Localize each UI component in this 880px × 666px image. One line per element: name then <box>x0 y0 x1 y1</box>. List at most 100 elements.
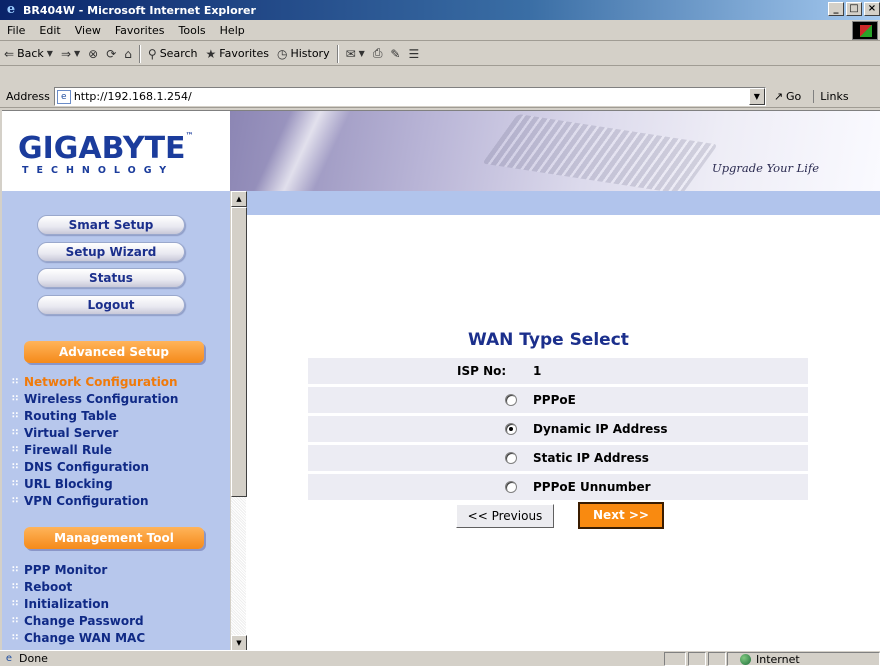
sidebar-item-label: Reboot <box>24 580 73 594</box>
address-label: Address <box>6 90 50 103</box>
sidebar-item-ppp-monitor[interactable]: ∷ PPP Monitor <box>12 563 107 577</box>
sidebar-item-wireless-configuration[interactable]: ∷ Wireless Configuration <box>12 392 178 406</box>
static-ip-radio[interactable] <box>505 452 517 464</box>
discuss-icon: ☰ <box>408 46 420 61</box>
search-button[interactable]: ⚲ Search <box>144 47 202 61</box>
menu-help[interactable]: Help <box>213 24 252 37</box>
toolbar-separator <box>336 44 339 63</box>
mail-button[interactable]: ✉ ▼ <box>342 47 369 61</box>
refresh-button[interactable]: ⟳ <box>102 47 120 61</box>
page-content: GIGABYTE™ TECHNOLOGY Upgrade Your Life S… <box>2 110 880 650</box>
status-button[interactable]: Status <box>37 268 185 288</box>
sidebar-item-network-configuration[interactable]: ∷ Network Configuration <box>12 375 178 389</box>
banner-image: Upgrade Your Life <box>230 111 880 191</box>
logo-text: GIGABYTE <box>18 131 186 166</box>
option-row-dynamic-ip[interactable]: Dynamic IP Address <box>308 416 808 442</box>
page-title: WAN Type Select <box>468 330 629 350</box>
logo-subtitle: TECHNOLOGY <box>22 165 175 176</box>
edit-button[interactable]: ✎ <box>386 47 404 61</box>
favorites-button[interactable]: ★ Favorites <box>202 47 273 61</box>
go-label: Go <box>786 90 802 103</box>
menu-tools[interactable]: Tools <box>172 24 213 37</box>
sidebar-item-firewall-rule[interactable]: ∷ Firewall Rule <box>12 443 112 457</box>
standard-toolbar: ⇐ Back ▼ ⇒ ▼ ⊗ ⟳ ⌂ ⚲ Search ★ Favorites … <box>0 42 880 66</box>
keyboard-graphic <box>482 113 718 191</box>
stop-button[interactable]: ⊗ <box>84 47 102 61</box>
sidebar-item-url-blocking[interactable]: ∷ URL Blocking <box>12 477 113 491</box>
discuss-button[interactable]: ☰ <box>404 47 423 61</box>
management-tool-header: Management Tool <box>24 527 204 549</box>
sidebar-item-dns-configuration[interactable]: ∷ DNS Configuration <box>12 460 149 474</box>
menu-file[interactable]: File <box>0 24 32 37</box>
scroll-up-icon[interactable]: ▲ <box>231 191 247 207</box>
sidebar-item-initialization[interactable]: ∷ Initialization <box>12 597 109 611</box>
go-button[interactable]: ↗ Go <box>774 90 801 103</box>
back-label: Back <box>17 47 44 60</box>
windows-logo-icon <box>852 21 878 40</box>
sidebar-item-reboot[interactable]: ∷ Reboot <box>12 580 72 594</box>
bullet-icon: ∷ <box>12 428 18 438</box>
scroll-down-icon[interactable]: ▼ <box>231 635 247 650</box>
history-button[interactable]: ◷ History <box>273 47 334 61</box>
option-row-pppoe-unnumber[interactable]: PPPoE Unnumber <box>308 474 808 500</box>
home-icon: ⌂ <box>124 46 132 61</box>
scroll-thumb[interactable] <box>231 207 247 497</box>
option-row-pppoe[interactable]: PPPoE <box>308 387 808 413</box>
sidebar-item-vpn-configuration[interactable]: ∷ VPN Configuration <box>12 494 149 508</box>
links-button[interactable]: Links <box>813 90 849 103</box>
address-input[interactable]: e http://192.168.1.254/ ▼ <box>53 87 766 106</box>
header-strip <box>242 191 880 215</box>
favorites-icon: ★ <box>205 46 217 61</box>
bullet-icon: ∷ <box>12 445 18 455</box>
sidebar: Smart Setup Setup Wizard Status Logout A… <box>2 191 230 650</box>
previous-button[interactable]: << Previous <box>456 504 554 528</box>
maximize-button[interactable]: □ <box>846 2 862 16</box>
home-button[interactable]: ⌂ <box>120 47 136 61</box>
bullet-icon: ∷ <box>12 394 18 404</box>
minimize-button[interactable]: _ <box>828 2 844 16</box>
menu-favorites[interactable]: Favorites <box>108 24 172 37</box>
address-url: http://192.168.1.254/ <box>73 90 192 103</box>
close-button[interactable]: × <box>864 2 880 16</box>
sidebar-item-virtual-server[interactable]: ∷ Virtual Server <box>12 426 118 440</box>
sidebar-item-routing-table[interactable]: ∷ Routing Table <box>12 409 117 423</box>
back-button[interactable]: ⇐ Back ▼ <box>0 47 57 61</box>
forward-button[interactable]: ⇒ ▼ <box>57 47 84 61</box>
status-text: Done <box>19 652 48 665</box>
address-dropdown-icon[interactable]: ▼ <box>748 88 765 105</box>
pppoe-unnumber-radio[interactable] <box>505 481 517 493</box>
bullet-icon: ∷ <box>12 496 18 506</box>
favorites-label: Favorites <box>219 47 269 60</box>
sidebar-item-change-wan-mac[interactable]: ∷ Change WAN MAC <box>12 631 145 645</box>
logout-button[interactable]: Logout <box>37 295 185 315</box>
smart-setup-button[interactable]: Smart Setup <box>37 215 185 235</box>
refresh-icon: ⟳ <box>106 46 117 61</box>
window-title: BR404W - Microsoft Internet Explorer <box>23 3 256 17</box>
option-row-static-ip[interactable]: Static IP Address <box>308 445 808 471</box>
slogan-text: Upgrade Your Life <box>712 161 820 175</box>
address-bar: Address e http://192.168.1.254/ ▼ ↗ Go L… <box>0 86 880 108</box>
isp-value: 1 <box>533 364 542 378</box>
search-icon: ⚲ <box>147 46 157 61</box>
menu-edit[interactable]: Edit <box>32 24 67 37</box>
sidebar-scrollbar[interactable]: ▲ ▼ <box>230 191 247 650</box>
sidebar-item-label: Change WAN MAC <box>24 631 146 645</box>
status-bar: e Done Internet <box>0 650 880 666</box>
setup-wizard-button[interactable]: Setup Wizard <box>37 242 185 262</box>
dynamic-ip-radio[interactable] <box>505 423 517 435</box>
ie-logo-icon: e <box>6 2 16 17</box>
bullet-icon: ∷ <box>12 462 18 472</box>
back-arrow-icon: ⇐ <box>4 46 15 61</box>
print-button[interactable]: ⎙ <box>369 46 387 61</box>
bullet-icon: ∷ <box>12 411 18 421</box>
next-button[interactable]: Next >> <box>578 502 664 529</box>
menu-view[interactable]: View <box>68 24 108 37</box>
option-label: Static IP Address <box>533 451 649 465</box>
sidebar-item-label: Wireless Configuration <box>24 392 179 406</box>
gigabyte-logo: GIGABYTE™ TECHNOLOGY <box>2 111 230 191</box>
pppoe-radio[interactable] <box>505 394 517 406</box>
header-banner: GIGABYTE™ TECHNOLOGY Upgrade Your Life <box>2 111 880 191</box>
sidebar-item-change-password[interactable]: ∷ Change Password <box>12 614 144 628</box>
stop-icon: ⊗ <box>88 46 99 61</box>
security-zone: Internet <box>727 652 880 666</box>
